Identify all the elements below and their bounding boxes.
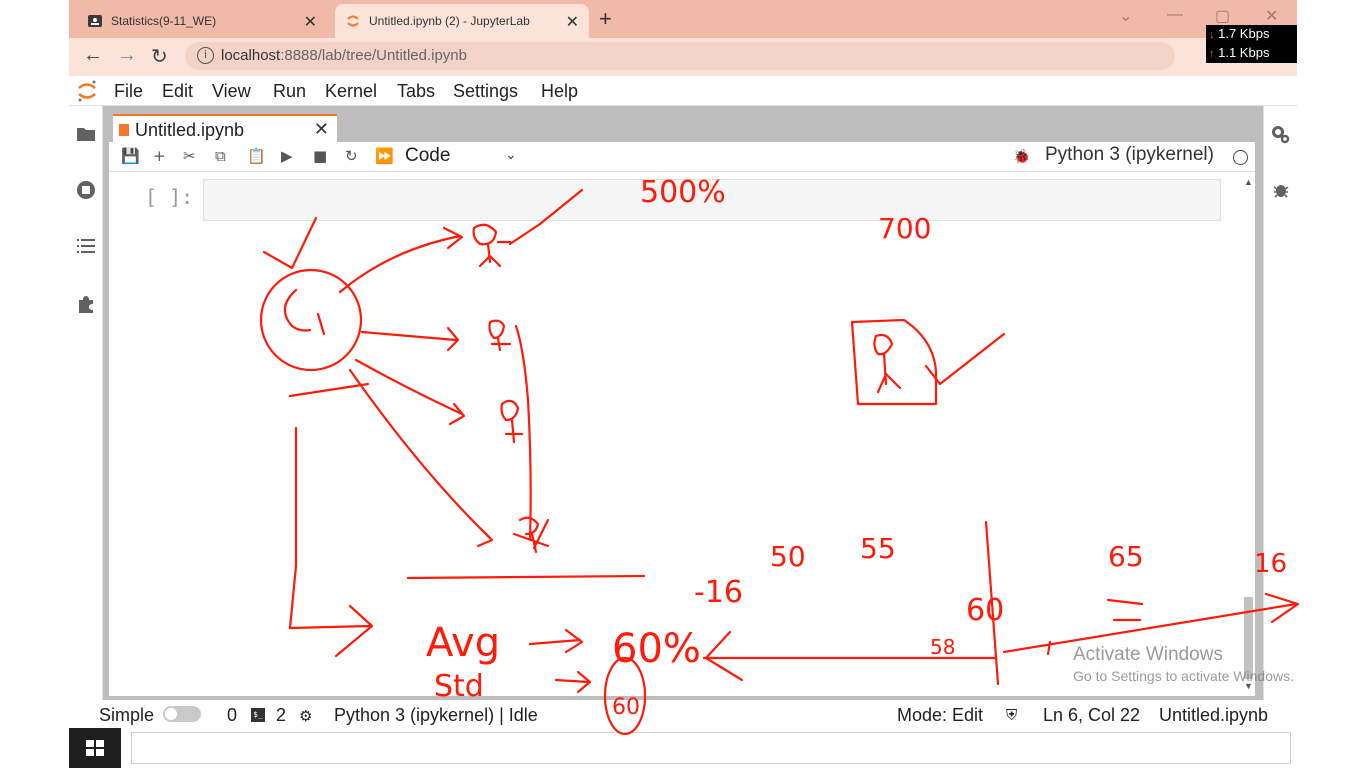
mode-indicator: Mode: Edit: [897, 705, 984, 725]
site-info-icon[interactable]: i: [197, 47, 214, 64]
status-filename: Untitled.ipynb: [1159, 705, 1269, 725]
notebook-icon: [119, 124, 129, 136]
tab-title: Untitled.ipynb (2) - JupyterLab: [369, 14, 530, 28]
new-tab-button[interactable]: +: [599, 6, 612, 32]
close-notebook-icon[interactable]: ✕: [314, 119, 329, 140]
menu-file[interactable]: File: [114, 81, 143, 102]
simple-mode-toggle[interactable]: [163, 706, 201, 722]
tab-search-chevron-icon[interactable]: ⌄: [1119, 6, 1132, 26]
folder-icon[interactable]: [76, 124, 96, 144]
run-icon[interactable]: ▶: [281, 147, 293, 165]
url-text[interactable]: localhost:8888/lab/tree/Untitled.ipynb: [221, 47, 467, 64]
kernel-count[interactable]: 2: [276, 705, 286, 726]
upload-arrow-icon: ↑: [1209, 48, 1215, 60]
activate-windows-watermark: Activate Windows Go to Settings to activ…: [1073, 644, 1294, 684]
notebook-panel: 💾 + ✂ ⧉ 📋 ▶ ■ ↻ ⏩ Code ⌄ 🐞 Python 3 (ipy…: [109, 142, 1255, 696]
terminal-icon: $_: [251, 708, 265, 722]
url-path: :8888/lab/tree/Untitled.ipynb: [280, 47, 467, 64]
kernel-debug-icon[interactable]: 🐞: [1013, 148, 1030, 165]
address-bar[interactable]: i localhost:8888/lab/tree/Untitled.ipynb…: [185, 42, 1253, 70]
kernel-name[interactable]: Python 3 (ipykernel): [1045, 144, 1214, 166]
main-dock-area: Untitled.ipynb ✕ 💾 + ✂ ⧉ 📋 ▶ ■ ↻ ⏩ Code …: [103, 106, 1263, 700]
notebook-scrollbar[interactable]: ▲ ▼: [1241, 173, 1255, 696]
cell-prompt: [ ]:: [145, 185, 194, 209]
url-host: localhost: [221, 47, 281, 64]
reload-icon[interactable]: ↻: [151, 44, 168, 69]
browser-tab-statistics[interactable]: Statistics(9-11_WE) ✕: [77, 4, 327, 38]
menu-tabs[interactable]: Tabs: [397, 81, 435, 102]
kernel-status-text[interactable]: Python 3 (ipykernel) | Idle: [334, 705, 538, 726]
network-speed-overlay: ↓ 1.7 Kbps ↑ 1.1 Kbps: [1206, 25, 1297, 63]
menu-kernel[interactable]: Kernel: [325, 81, 377, 102]
terminal-count[interactable]: 0: [227, 705, 237, 726]
cut-icon[interactable]: ✂: [183, 147, 196, 165]
chevron-down-icon[interactable]: ⌄: [505, 146, 517, 163]
screen: { "browser": { "tabs": [ {"title": "Stat…: [0, 0, 1366, 768]
jupyter-menubar: File Edit View Run Kernel Tabs Settings …: [69, 76, 1297, 106]
running-sessions-icon[interactable]: [76, 180, 96, 200]
minimize-icon[interactable]: —: [1167, 6, 1183, 24]
simple-mode-label: Simple: [99, 705, 155, 725]
cursor-position[interactable]: Ln 6, Col 22: [1043, 705, 1140, 726]
taskbar: [69, 728, 1297, 768]
extensions-puzzle-icon[interactable]: [76, 294, 96, 314]
window-close-icon[interactable]: ✕: [1265, 6, 1278, 26]
taskbar-search-box[interactable]: [131, 732, 1291, 764]
upload-speed: 1.1 Kbps: [1218, 45, 1270, 60]
windows-logo-icon: [86, 740, 104, 756]
watermark-subtitle: Go to Settings to activate Windows.: [1073, 668, 1294, 684]
jupyter-logo-icon: [78, 80, 96, 102]
tab-title: Statistics(9-11_WE): [111, 14, 217, 28]
close-tab-icon[interactable]: ✕: [566, 12, 579, 32]
menu-view[interactable]: View: [212, 81, 251, 102]
maximize-icon[interactable]: ▢: [1215, 6, 1230, 26]
classroom-icon: [88, 15, 102, 27]
restart-run-all-icon[interactable]: ⏩: [375, 147, 394, 165]
property-inspector-gears-icon[interactable]: [1271, 124, 1291, 144]
download-arrow-icon: ↓: [1209, 29, 1215, 41]
paste-icon[interactable]: 📋: [247, 147, 266, 165]
restart-icon[interactable]: ↻: [345, 147, 358, 165]
menu-help[interactable]: Help: [541, 81, 578, 102]
cell-area: [ ]:: [109, 173, 1241, 696]
debugger-bug-icon[interactable]: [1271, 180, 1291, 200]
forward-icon[interactable]: →: [117, 44, 137, 67]
stop-icon[interactable]: ■: [313, 147, 327, 165]
menu-run[interactable]: Run: [273, 81, 306, 102]
right-sidebar: [1263, 106, 1297, 700]
notebook-tab-title: Untitled.ipynb: [135, 119, 245, 140]
save-icon[interactable]: 💾: [121, 147, 140, 165]
copy-icon[interactable]: ⧉: [215, 147, 226, 165]
code-cell-input[interactable]: [203, 179, 1221, 221]
menu-edit[interactable]: Edit: [162, 81, 193, 102]
insert-cell-icon[interactable]: +: [153, 147, 166, 165]
notebook-toolbar: 💾 + ✂ ⧉ 📋 ▶ ■ ↻ ⏩ Code ⌄ 🐞 Python 3 (ipy…: [109, 142, 1255, 172]
left-sidebar: [69, 106, 103, 700]
watermark-title: Activate Windows: [1073, 644, 1223, 665]
menu-settings[interactable]: Settings: [453, 81, 518, 102]
windows-start-button[interactable]: [69, 728, 121, 768]
tab-strip: Statistics(9-11_WE) ✕ Untitled.ipynb (2)…: [69, 0, 1297, 38]
back-icon[interactable]: ←: [83, 44, 103, 67]
status-bar: Simple 0 $_ 2 ⚙ Python 3 (ipykernel) | I…: [69, 700, 1297, 728]
table-of-contents-icon[interactable]: [76, 236, 96, 256]
scroll-up-icon[interactable]: ▲: [1244, 177, 1253, 187]
browser-tab-jupyterlab[interactable]: Untitled.ipynb (2) - JupyterLab ✕: [335, 4, 589, 38]
trust-shield-icon: ⛨: [1006, 707, 1018, 724]
cell-type-select[interactable]: Code: [405, 145, 450, 167]
close-tab-icon[interactable]: ✕: [304, 12, 317, 32]
kernel-gear-icon: ⚙: [299, 708, 313, 725]
download-speed: 1.7 Kbps: [1218, 26, 1270, 41]
kernel-status-indicator: [1233, 150, 1248, 165]
notebook-tab[interactable]: Untitled.ipynb ✕: [113, 114, 337, 144]
jupyter-favicon-icon: [347, 15, 359, 27]
